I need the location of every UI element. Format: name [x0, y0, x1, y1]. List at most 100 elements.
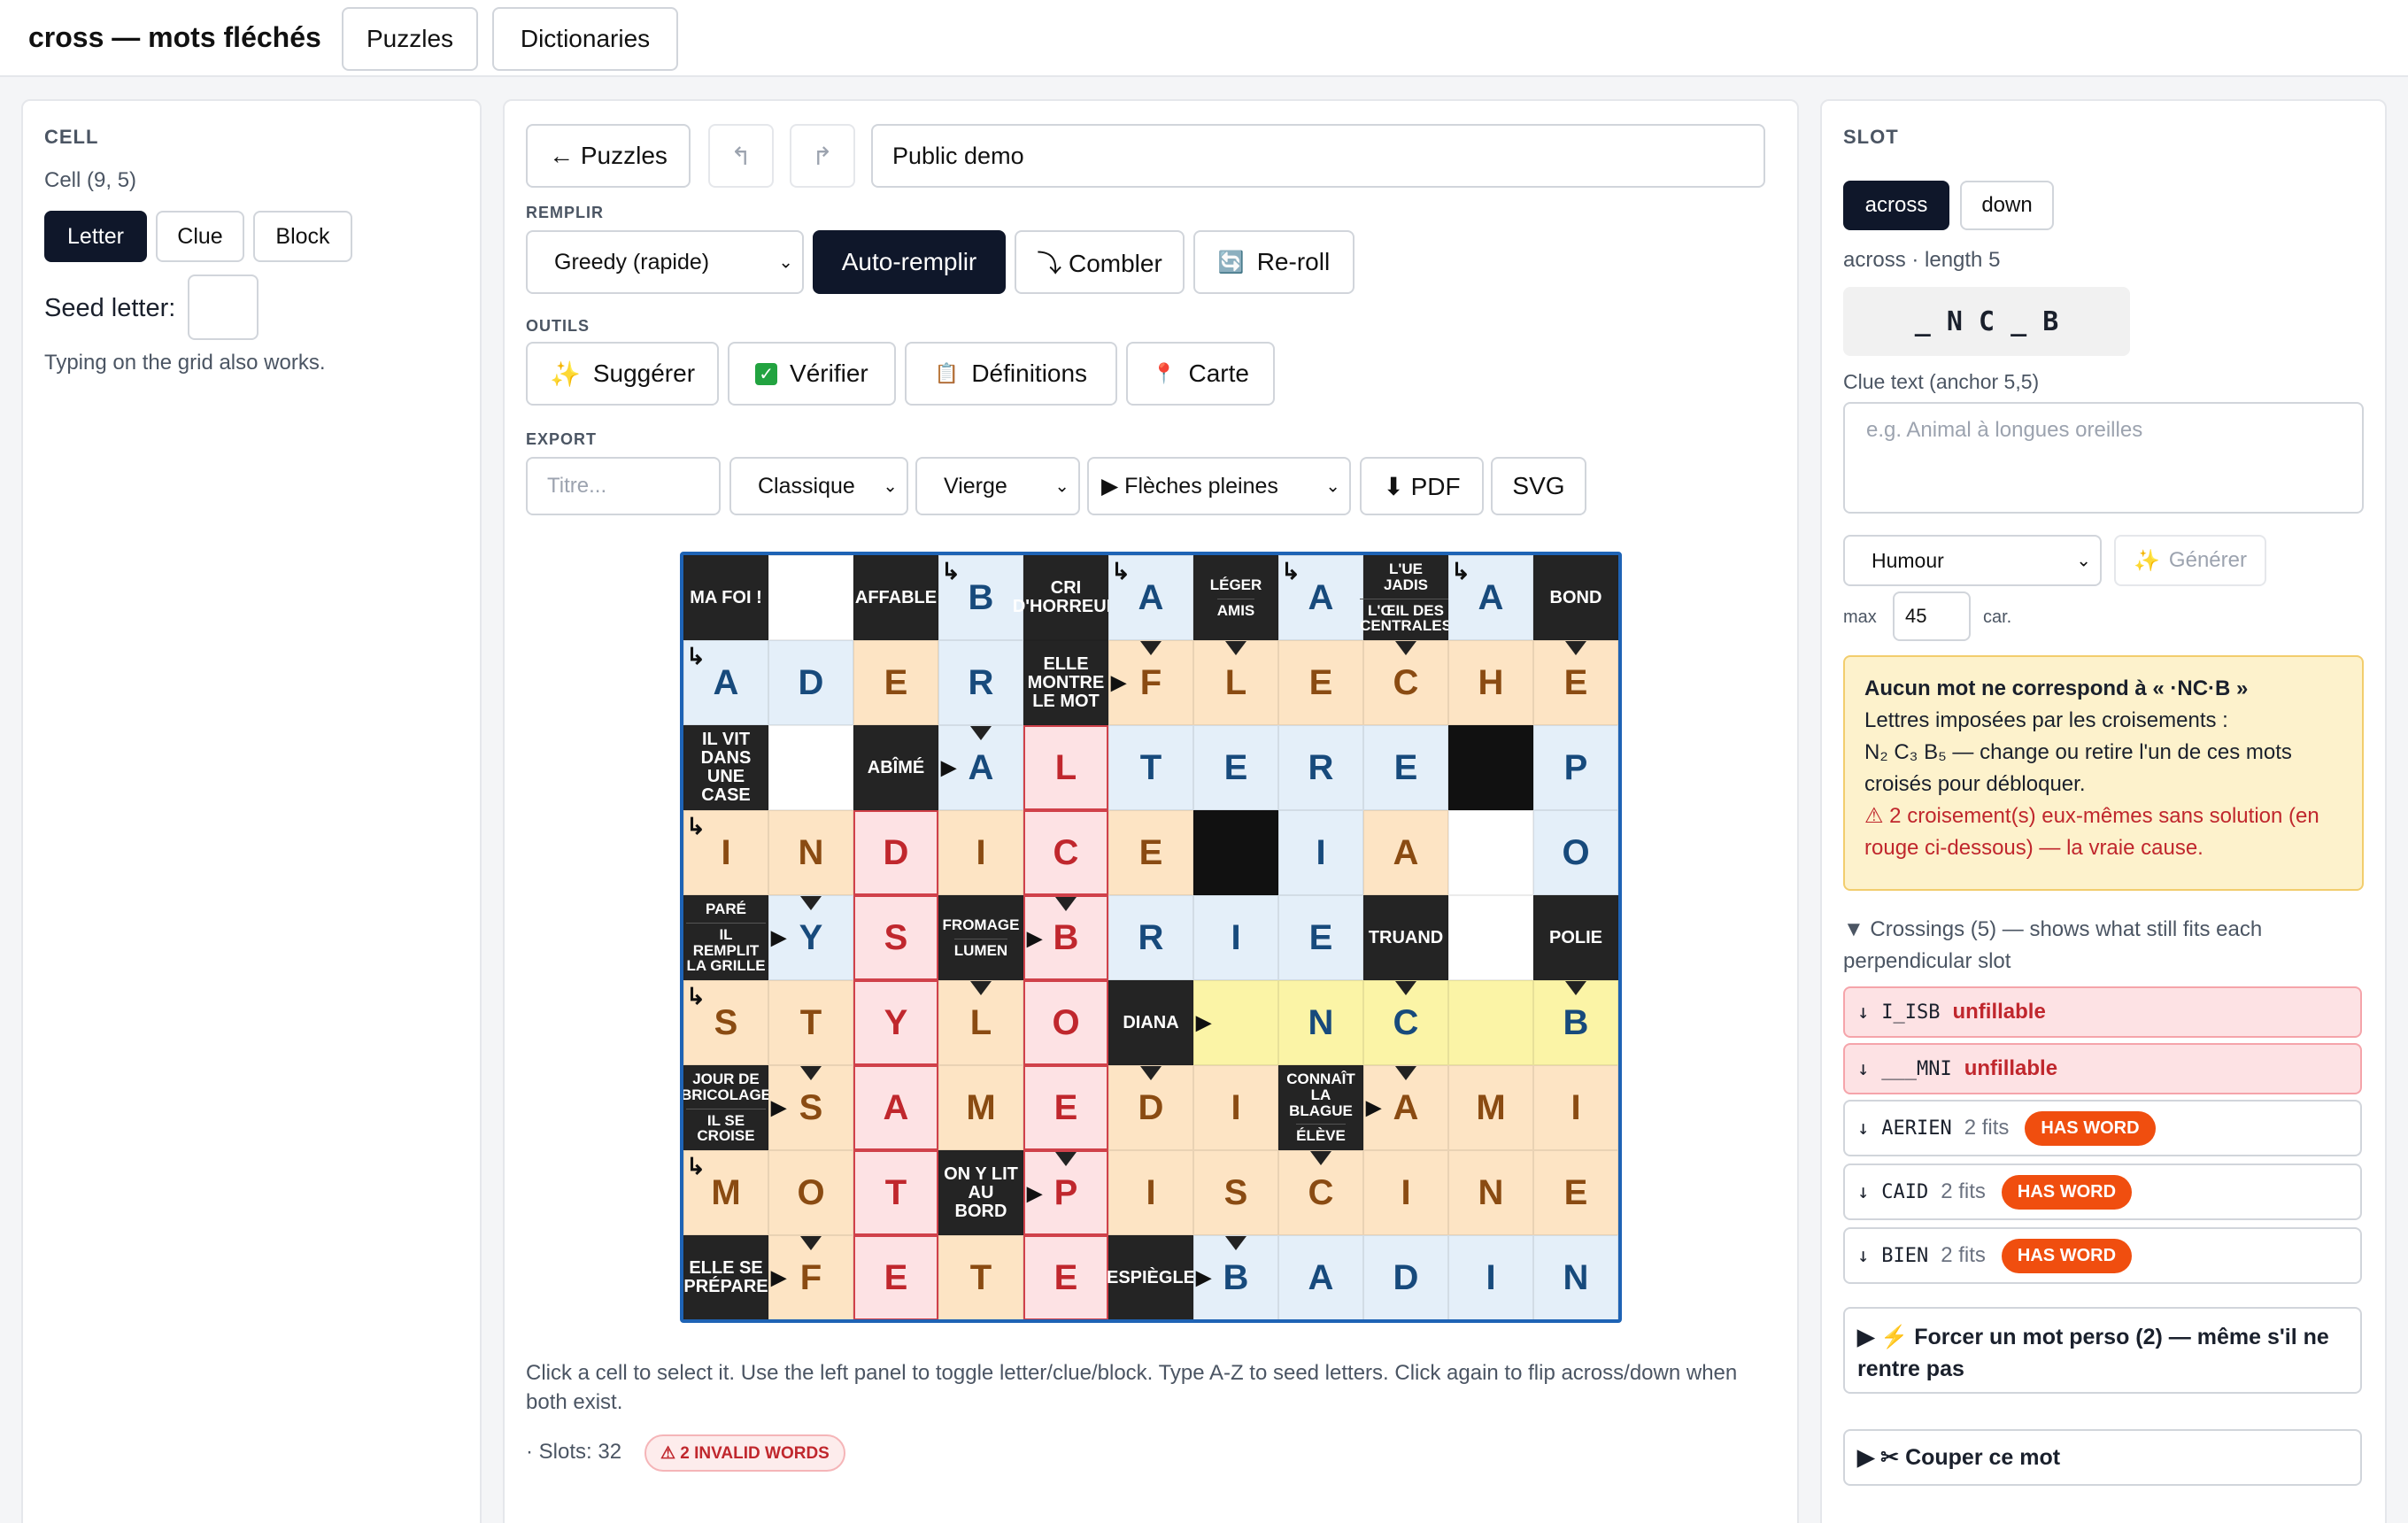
block-cell[interactable] [1193, 810, 1278, 895]
clue-cell[interactable]: CRI D'HORREUR [1013, 555, 1119, 640]
empty-cell[interactable] [768, 725, 853, 810]
suggest-button[interactable]: ✨ Suggérer [526, 342, 719, 406]
seed-letter-input[interactable] [188, 274, 259, 340]
letter-cell[interactable]: T [853, 1150, 938, 1235]
letter-cell[interactable]: I [938, 810, 1023, 895]
letter-cell[interactable]: R [938, 640, 1023, 725]
clue-cell[interactable]: TRUAND [1363, 895, 1448, 980]
clue-cell[interactable]: L'UE JADIS L'ŒIL DES CENTRALES [1360, 555, 1452, 640]
letter-cell[interactable]: I [1278, 810, 1363, 895]
letter-cell[interactable]: A ▶ [1363, 1065, 1448, 1150]
letter-cell[interactable]: A [1278, 1235, 1363, 1319]
fill-mode-select[interactable]: Greedy (rapide) ⌄ [526, 230, 804, 294]
clue-cell[interactable]: CONNAÎT LA BLAGUE ÉLÈVE [1278, 1065, 1363, 1150]
letter-cell[interactable]: B ↳ [938, 555, 1023, 640]
clue-cell[interactable]: BOND [1533, 555, 1618, 640]
letter-cell[interactable]: E [1533, 1150, 1618, 1235]
crossing-row[interactable]: ↓ ___MNI unfillable [1843, 1043, 2362, 1094]
letter-cell[interactable]: M [938, 1065, 1023, 1150]
blank-select[interactable]: Vierge ⌄ [915, 457, 1080, 515]
crossing-row[interactable]: ↓ BIEN 2 fits HAS WORD [1843, 1227, 2362, 1284]
letter-cell[interactable]: N [768, 810, 853, 895]
letter-cell[interactable]: I [1363, 1150, 1448, 1235]
clue-cell[interactable]: ABÎMÉ [853, 725, 938, 810]
clue-cell[interactable]: AFFABLE [853, 555, 938, 640]
redo-button[interactable]: ↱ [790, 124, 855, 188]
empty-cell[interactable] [1448, 810, 1533, 895]
crossing-row[interactable]: ↓ AERIEN 2 fits HAS WORD [1843, 1100, 2362, 1156]
letter-cell[interactable]: S ▶ [768, 1065, 853, 1150]
clue-cell[interactable]: LÉGER AMIS [1193, 555, 1278, 640]
letter-cell[interactable]: I [1193, 895, 1278, 980]
letter-cell[interactable]: M [1448, 1065, 1533, 1150]
letter-cell[interactable]: E [1023, 1235, 1108, 1319]
letter-cell[interactable]: P ▶ [1023, 1150, 1108, 1235]
letter-cell[interactable]: P [1533, 725, 1618, 810]
letter-cell[interactable] [1448, 980, 1533, 1065]
combler-button[interactable]: ⤵ Combler [1015, 230, 1185, 294]
mode-clue-button[interactable]: Clue [156, 211, 244, 262]
undo-button[interactable]: ↰ [708, 124, 774, 188]
nav-puzzles[interactable]: Puzzles [342, 7, 478, 71]
force-word-section[interactable]: ▶ ⚡ Forcer un mot perso (2) — même s'il … [1843, 1307, 2362, 1394]
letter-cell[interactable]: L [1023, 725, 1108, 810]
letter-cell[interactable]: L [938, 980, 1023, 1065]
nav-dictionaries[interactable]: Dictionaries [492, 7, 678, 71]
clue-textarea[interactable]: e.g. Animal à longues oreilles [1843, 402, 2364, 514]
letter-cell[interactable]: A ↳ [1108, 555, 1193, 640]
letter-cell[interactable]: I [1533, 1065, 1618, 1150]
clue-cell[interactable]: ELLE MONTRE LE MOT [1023, 640, 1108, 725]
auto-fill-button[interactable]: Auto-remplir [813, 230, 1006, 294]
letter-cell[interactable]: I ↳ [683, 810, 768, 895]
arrows-select[interactable]: ▶ Flèches pleines ⌄ [1087, 457, 1351, 515]
export-svg-button[interactable]: SVG [1491, 457, 1586, 515]
clue-cell[interactable]: DIANA [1108, 980, 1193, 1065]
letter-cell[interactable]: E [1193, 725, 1278, 810]
letter-cell[interactable]: E [1533, 640, 1618, 725]
crossing-row[interactable]: ↓ CAID 2 fits HAS WORD [1843, 1164, 2362, 1220]
letter-cell[interactable]: B ▶ [1193, 1235, 1278, 1319]
letter-cell[interactable]: A ▶ [938, 725, 1023, 810]
letter-cell[interactable]: E [1278, 640, 1363, 725]
letter-cell[interactable]: D [1108, 1065, 1193, 1150]
letter-cell[interactable]: O [768, 1150, 853, 1235]
mode-letter-button[interactable]: Letter [44, 211, 147, 262]
crossing-row[interactable]: ↓ I_ISB unfillable [1843, 986, 2362, 1038]
letter-cell[interactable]: M ↳ [683, 1150, 768, 1235]
letter-cell[interactable]: H [1448, 640, 1533, 725]
clue-cell[interactable]: ON Y LIT AU BORD [938, 1150, 1023, 1235]
across-toggle[interactable]: across [1843, 181, 1949, 230]
letter-cell[interactable]: I [1193, 1065, 1278, 1150]
letter-cell[interactable]: I [1448, 1235, 1533, 1319]
letter-cell[interactable]: C [1363, 980, 1448, 1065]
letter-cell[interactable]: D [768, 640, 853, 725]
back-to-puzzles-button[interactable]: ← Puzzles [526, 124, 691, 188]
crossings-toggle[interactable]: ▼ Crossings (5) — shows what still fits … [1843, 914, 2374, 978]
letter-cell[interactable]: A ↳ [1278, 555, 1363, 640]
letter-cell[interactable]: A ↳ [683, 640, 768, 725]
letter-cell[interactable]: O [1533, 810, 1618, 895]
letter-cell[interactable]: A [1363, 810, 1448, 895]
block-cell[interactable] [1448, 725, 1533, 810]
letter-cell[interactable]: N [1533, 1235, 1618, 1319]
letter-cell[interactable]: T [1108, 725, 1193, 810]
letter-cell[interactable]: C [1278, 1150, 1363, 1235]
map-button[interactable]: 📍 Carte [1126, 342, 1275, 406]
down-toggle[interactable]: down [1960, 181, 2054, 230]
clue-cell[interactable]: ELLE SE PRÉPARE [683, 1235, 768, 1319]
clue-cell[interactable]: PARÉ IL REMPLIT LA GRILLE [683, 895, 768, 980]
letter-cell[interactable]: F ▶ [1108, 640, 1193, 725]
letter-cell[interactable]: D [853, 810, 938, 895]
cut-word-section[interactable]: ▶ ✂ Couper ce mot [1843, 1429, 2362, 1486]
style-select[interactable]: Classique ⌄ [729, 457, 908, 515]
letter-cell[interactable]: R [1108, 895, 1193, 980]
generate-button[interactable]: ✨ Générer [2114, 535, 2266, 586]
letter-cell[interactable]: O [1023, 980, 1108, 1065]
letter-cell[interactable]: E [1363, 725, 1448, 810]
definitions-button[interactable]: 📋 Définitions [905, 342, 1117, 406]
letter-cell[interactable]: R [1278, 725, 1363, 810]
puzzle-name-input[interactable]: Public demo [871, 124, 1765, 188]
reroll-button[interactable]: 🔄 Re-roll [1193, 230, 1354, 294]
letter-cell[interactable]: C [1363, 640, 1448, 725]
letter-cell[interactable]: S ↳ [683, 980, 768, 1065]
